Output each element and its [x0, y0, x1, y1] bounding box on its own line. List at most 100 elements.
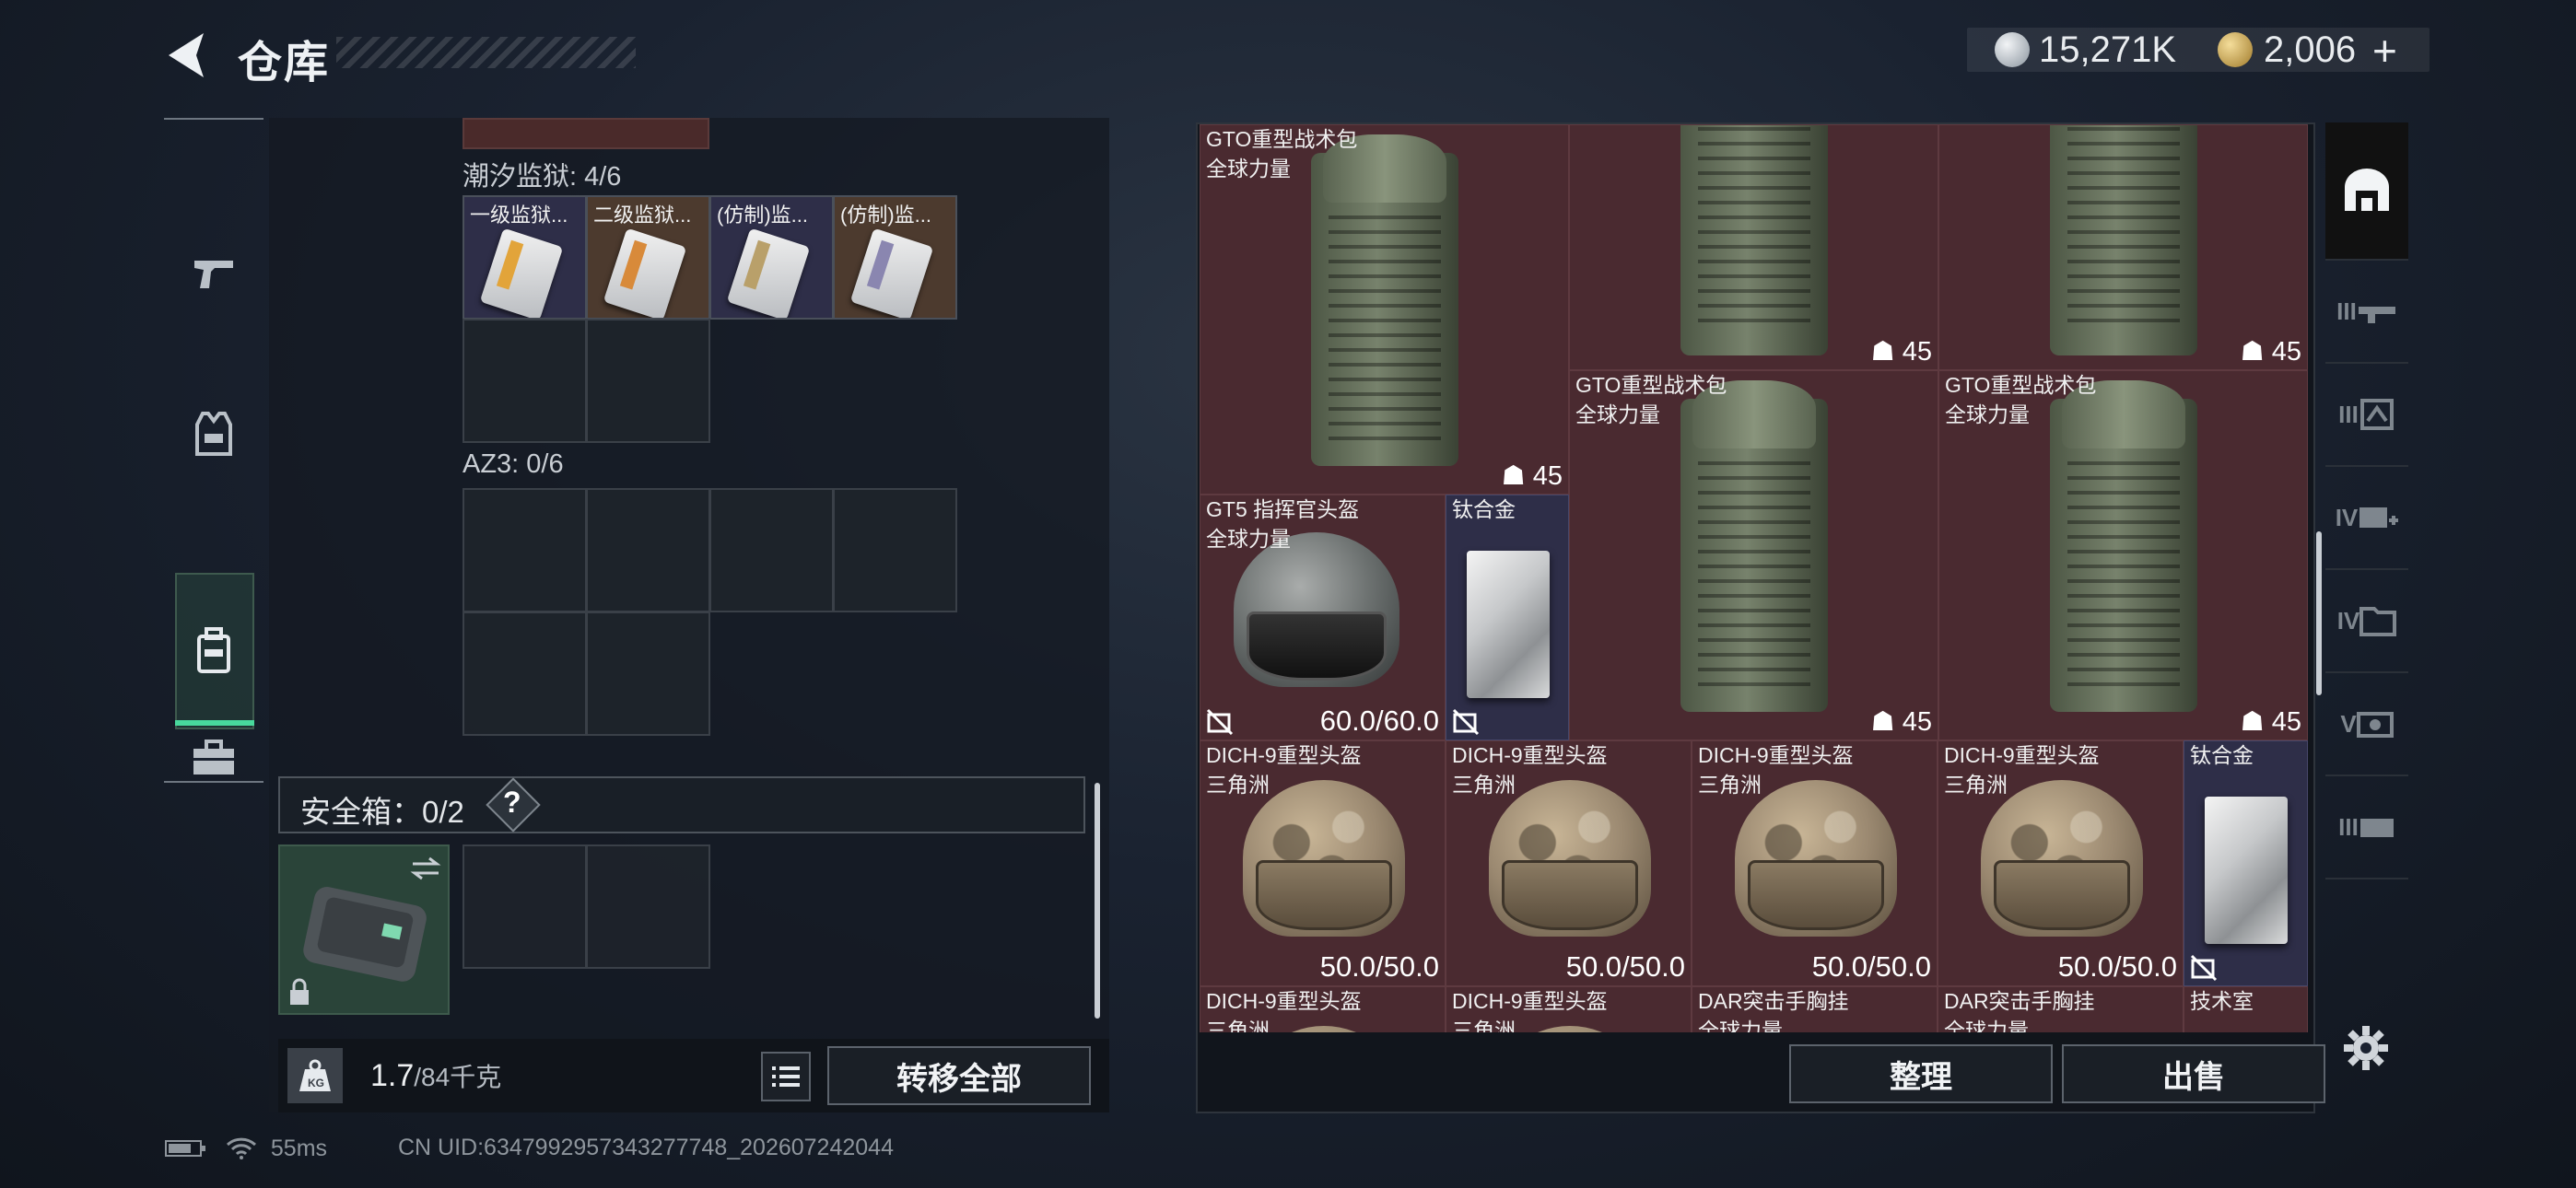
rifle-icon [2358, 307, 2395, 323]
stash-item-tech-room[interactable]: 技术室 [2184, 986, 2308, 1032]
empty-slot[interactable] [586, 611, 710, 736]
backpack-icon [197, 627, 230, 673]
item-label: (仿制)监... [840, 204, 931, 227]
transfer-all-button[interactable]: 转移全部 [827, 1046, 1091, 1105]
item-name: GTO重型战术包 [1206, 127, 1358, 151]
helmet-image [1981, 780, 2143, 937]
nav-armor[interactable] [164, 379, 263, 488]
swap-icon[interactable] [409, 856, 442, 881]
stash-item-titanium[interactable]: 钛合金 [2184, 740, 2308, 986]
item-brand: 三角洲 [1206, 1019, 1270, 1032]
keycard-icon [603, 227, 687, 318]
prison-card-2[interactable]: 二级监狱... [586, 195, 710, 320]
helmet-image [1489, 780, 1651, 937]
item-label: 二级监狱... [593, 204, 692, 227]
title-decoration [336, 37, 636, 68]
keycard-icon [849, 227, 934, 318]
empty-slot[interactable] [586, 319, 710, 443]
gold-amount: 2,006 [2264, 29, 2357, 70]
filter-tier-3-gear[interactable]: III [2325, 364, 2408, 467]
empty-slot[interactable] [463, 611, 587, 736]
stash-item-helmet[interactable]: GT5 指挥官头盔 全球力量 60.0/60.0 [1200, 495, 1446, 740]
filter-tier-label: III [2338, 400, 2359, 428]
wifi-icon [226, 1138, 256, 1160]
sell-button[interactable]: 出售 [2062, 1044, 2325, 1103]
filter-tier-3-misc[interactable]: III [2325, 776, 2408, 879]
stash-item-helmet[interactable]: DICH-9重型头盔 三角洲 50.0/50.0 [1200, 740, 1446, 986]
filter-tier-4-medical[interactable]: IV [2325, 467, 2408, 570]
prison-card-3[interactable]: (仿制)监... [709, 195, 834, 320]
svg-text:KG: KG [308, 1077, 324, 1089]
settings-gear-icon[interactable] [2342, 1024, 2390, 1072]
filter-tier-4-storage[interactable]: IV [2325, 570, 2408, 673]
misc-icon [2359, 819, 2394, 837]
stash-item-helmet[interactable]: DICH-9重型头盔 三角洲 50.0/50.0 [1692, 740, 1938, 986]
empty-slot[interactable] [463, 488, 587, 612]
item-brand: 全球力量 [1944, 1019, 2029, 1032]
empty-slot[interactable] [463, 319, 587, 443]
stash-item-backpack[interactable]: GTO重型战术包 全球力量 ☗ 45 [1200, 124, 1569, 495]
item-name: DAR突击手胸挂 [1698, 989, 1849, 1013]
gold-coin-icon [2218, 32, 2253, 67]
empty-slot[interactable] [586, 844, 710, 969]
stash-item-backpack[interactable]: GTO重型战术包 全球力量 ☗ 45 [1938, 370, 2308, 740]
backpack-image [1680, 379, 1828, 712]
backpack-image [1311, 134, 1458, 466]
no-insurance-icon [2190, 954, 2218, 982]
stash-scrollbar[interactable] [2316, 531, 2322, 695]
page-title: 仓库 [238, 39, 331, 87]
prison-card-4[interactable]: (仿制)监... [833, 195, 957, 320]
item-name: 钛合金 [2190, 743, 2254, 767]
weight-max: /84千克 [414, 1063, 502, 1091]
item-brand: 三角洲 [1206, 773, 1270, 797]
stash-item-backpack[interactable]: GTO重型战术包 全球力量 ☗ 45 [1569, 370, 1938, 740]
filter-sidebar: III III IV IV V III [2325, 122, 2408, 1007]
item-durability: 50.0/50.0 [1319, 950, 1439, 983]
prison-card-1[interactable]: 一级监狱... [463, 195, 587, 320]
scrollbar[interactable] [1095, 783, 1100, 1019]
stash-item-helmet[interactable]: DICH-9重型头盔 三角洲 50.0/50.0 [1446, 740, 1692, 986]
item-count: ☗ 45 [1870, 337, 1932, 367]
item-name: DICH-9重型头盔 [1206, 743, 1362, 767]
filter-tier-label: III [2338, 812, 2359, 841]
stash-item-backpack[interactable]: ☗ 45 [1569, 124, 1938, 370]
nav-case[interactable] [164, 704, 263, 812]
nav-weapon[interactable] [164, 219, 263, 328]
item-brand: 三角洲 [1698, 773, 1762, 797]
organize-button[interactable]: 整理 [1789, 1044, 2053, 1103]
stash-item-chest-rig[interactable]: DAR突击手胸挂 全球力量 [1938, 986, 2184, 1032]
back-arrow-icon[interactable] [161, 28, 209, 83]
empty-slot[interactable] [586, 488, 710, 612]
filter-tier-label: III [2336, 297, 2357, 325]
help-mark: ? [503, 786, 521, 819]
az3-label: AZ3: 0/6 [463, 449, 564, 479]
item-name: DICH-9重型头盔 [1452, 743, 1608, 767]
stash-grid: GTO重型战术包 全球力量 ☗ 45 ☗ 45 ☗ 45 GTO重型战术包 全球… [1200, 124, 2311, 1032]
stash-item-helmet[interactable]: DICH-9重型头盔 三角洲 50.0/50.0 [1938, 740, 2184, 986]
stash-item-titanium[interactable]: 钛合金 [1446, 495, 1569, 740]
empty-slot[interactable] [833, 488, 957, 612]
filter-tier-3-weapons[interactable]: III [2325, 261, 2408, 364]
stash-item-chest-rig[interactable]: DAR突击手胸挂 全球力量 [1692, 986, 1938, 1032]
item-brand: 三角洲 [1944, 773, 2008, 797]
nav-backpack[interactable] [164, 597, 263, 705]
stash-item-helmet[interactable]: DICH-9重型头盔 三角洲 [1446, 986, 1692, 1032]
stash-item-helmet[interactable]: DICH-9重型头盔 三角洲 [1200, 986, 1446, 1032]
device-status: 55ms [164, 1135, 327, 1162]
safe-box-header: 安全箱：0/2 ? [278, 776, 1085, 833]
empty-slot[interactable] [463, 844, 587, 969]
safe-case-item[interactable] [278, 844, 450, 1015]
add-currency-button[interactable]: + [2372, 26, 2397, 76]
filter-tier-label: IV [2335, 503, 2359, 531]
empty-slot[interactable] [709, 488, 834, 612]
item-brand: 全球力量 [1945, 402, 2030, 426]
helmet-image [1234, 532, 1399, 687]
helmet-image [1735, 780, 1897, 937]
item-name: DICH-9重型头盔 [1698, 743, 1854, 767]
no-insurance-icon [1452, 708, 1480, 736]
stash-item-backpack[interactable]: ☗ 45 [1938, 124, 2308, 370]
filter-tier-5-tools[interactable]: V [2325, 673, 2408, 776]
keycard-icon [479, 227, 564, 318]
list-view-button[interactable] [761, 1052, 811, 1101]
filter-all[interactable] [2325, 122, 2408, 261]
